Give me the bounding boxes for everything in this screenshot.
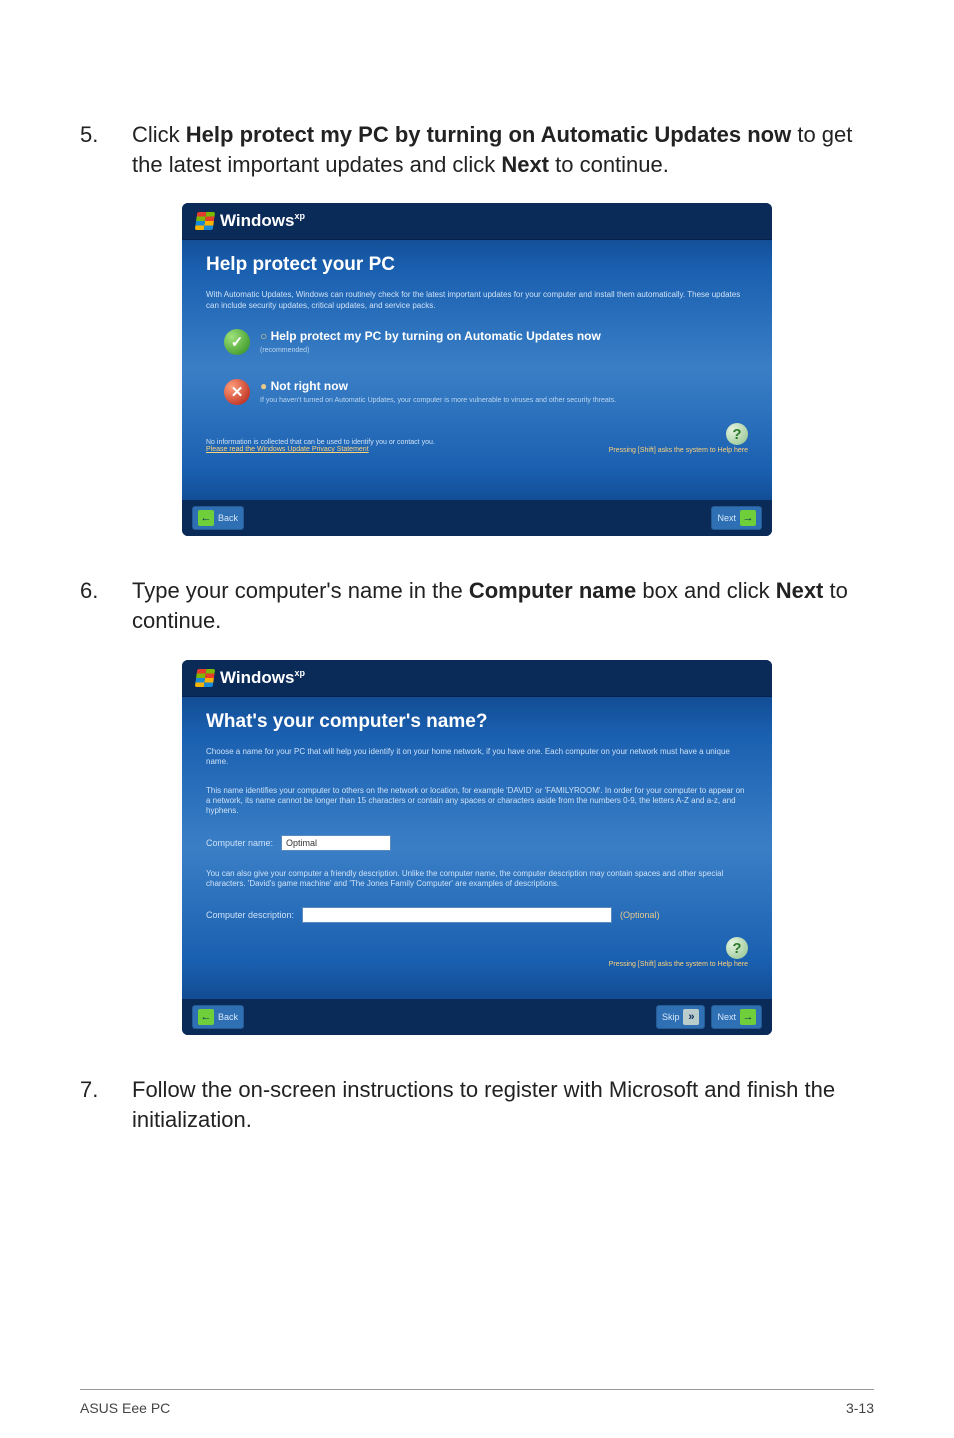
- arrow-right-icon: →: [740, 510, 756, 526]
- computer-name-input[interactable]: Optimal: [281, 835, 391, 851]
- page-footer: ASUS Eee PC 3-13: [80, 1389, 874, 1438]
- option-not-now[interactable]: ✕ ● Not right now If you haven't turned …: [206, 379, 748, 405]
- shield-cross-icon: ✕: [224, 379, 250, 405]
- dialog-title: Help protect your PC: [206, 254, 748, 276]
- help-icon: ?: [726, 423, 748, 445]
- arrow-right-icon: →: [740, 1009, 756, 1025]
- step-5: 5. Click Help protect my PC by turning o…: [80, 120, 874, 536]
- computer-desc-input[interactable]: [302, 907, 612, 923]
- dialog-title: What's your computer's name?: [206, 711, 748, 733]
- step-7: 7. Follow the on-screen instructions to …: [80, 1075, 874, 1134]
- arrow-left-icon: ←: [198, 510, 214, 526]
- windows-brand: Windowsxp: [220, 211, 305, 231]
- computer-name-label: Computer name:: [206, 838, 273, 848]
- step-6: 6. Type your computer's name in the Comp…: [80, 576, 874, 1035]
- help-widget[interactable]: ? Pressing [Shift] asks the system to He…: [609, 423, 748, 454]
- arrow-left-icon: ←: [198, 1009, 214, 1025]
- step-7-number: 7.: [80, 1075, 132, 1103]
- back-button[interactable]: ← Back: [192, 1005, 244, 1029]
- step-6-text: Type your computer's name in the Compute…: [132, 576, 874, 635]
- help-icon: ?: [726, 937, 748, 959]
- help-widget[interactable]: ? Pressing [Shift] asks the system to He…: [609, 937, 748, 968]
- dialog-description: With Automatic Updates, Windows can rout…: [206, 290, 748, 311]
- shield-check-icon: ✓: [224, 329, 250, 355]
- windows-brand: Windowsxp: [220, 668, 305, 688]
- next-button[interactable]: Next →: [711, 1005, 762, 1029]
- windows-logo-icon: [196, 212, 214, 230]
- next-button[interactable]: Next →: [711, 506, 762, 530]
- windows-header: Windowsxp: [182, 203, 772, 240]
- footer-page-number: 3-13: [846, 1400, 874, 1416]
- back-button[interactable]: ← Back: [192, 506, 244, 530]
- computer-desc-label: Computer description:: [206, 910, 294, 920]
- screenshot-help-protect: Windowsxp Help protect your PC With Auto…: [182, 203, 772, 536]
- dialog-desc-3: You can also give your computer a friend…: [206, 869, 748, 890]
- windows-logo-icon: [196, 669, 214, 687]
- windows-header: Windowsxp: [182, 660, 772, 697]
- step-5-text: Click Help protect my PC by turning on A…: [132, 120, 874, 179]
- option-auto-updates[interactable]: ✓ ○ Help protect my PC by turning on Aut…: [206, 329, 748, 355]
- step-6-number: 6.: [80, 576, 132, 604]
- step-7-text: Follow the on-screen instructions to reg…: [132, 1075, 874, 1134]
- skip-button[interactable]: Skip »: [656, 1005, 706, 1029]
- step-5-number: 5.: [80, 120, 132, 148]
- footer-product: ASUS Eee PC: [80, 1400, 170, 1416]
- arrow-right-skip-icon: »: [683, 1009, 699, 1025]
- dialog-desc-2: This name identifies your computer to ot…: [206, 786, 748, 817]
- dialog-desc-1: Choose a name for your PC that will help…: [206, 747, 748, 768]
- optional-hint: (Optional): [620, 910, 660, 920]
- screenshot-computer-name: Windowsxp What's your computer's name? C…: [182, 660, 772, 1036]
